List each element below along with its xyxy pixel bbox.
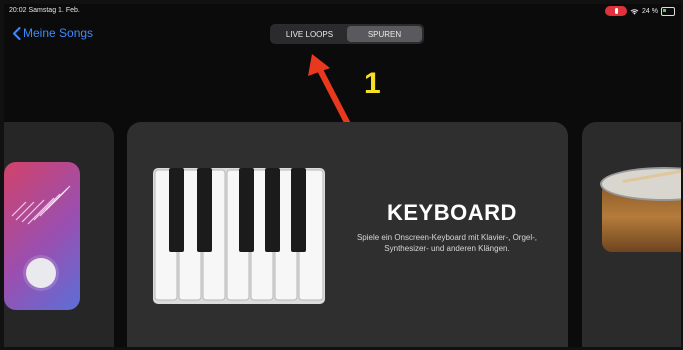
annotation-number: 1: [364, 67, 381, 100]
chevron-left-icon: [13, 26, 21, 40]
card-drummer-right-partial[interactable]: [582, 122, 681, 347]
segment-live-loops[interactable]: LIVE LOOPS: [272, 26, 347, 42]
card-drummer-partial[interactable]: [4, 122, 114, 347]
card-keyboard[interactable]: KEYBOARD Spiele ein Onscreen-Keyboard mi…: [127, 122, 568, 347]
view-segmented-control: LIVE LOOPS SPUREN: [270, 24, 424, 44]
knob-icon: [26, 258, 56, 288]
segment-spuren[interactable]: SPUREN: [347, 26, 422, 42]
microphone-recording-icon: [605, 6, 628, 16]
waveform-graphic: [11, 185, 71, 225]
back-label: Meine Songs: [23, 26, 94, 40]
status-bar: 20:02 Samstag 1. Feb. 24 %: [4, 4, 681, 18]
wifi-icon: [630, 8, 639, 15]
status-icons: 24 %: [605, 6, 675, 16]
card-title: KEYBOARD: [387, 200, 517, 225]
synth-icon: [4, 162, 80, 310]
keyboard-icon: [153, 168, 325, 304]
card-description: Spiele ein Onscreen-Keyboard mit Klavier…: [356, 233, 538, 253]
battery-percent: 24 %: [642, 7, 658, 15]
status-time: 20:02 Samstag 1. Feb.: [9, 7, 80, 14]
garageband-window: 20:02 Samstag 1. Feb. 24 % Meine Songs L…: [4, 4, 681, 347]
battery-icon: [661, 6, 675, 16]
back-button[interactable]: Meine Songs: [12, 26, 93, 40]
